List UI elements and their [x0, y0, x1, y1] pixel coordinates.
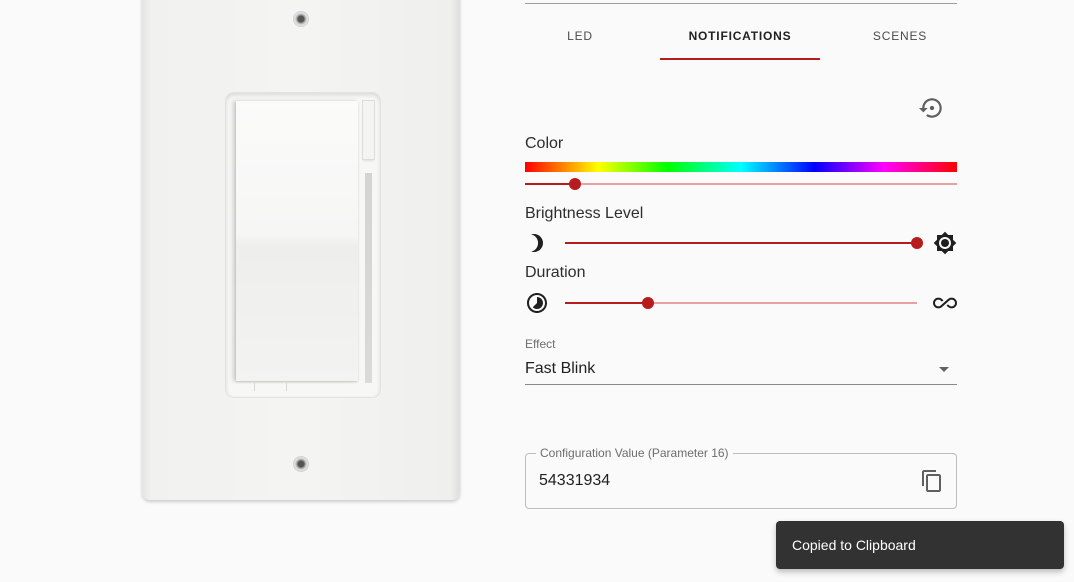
dimmer-switch-image	[142, 0, 460, 500]
config-value-label: Configuration Value (Parameter 16)	[536, 446, 733, 460]
duration-slider-thumb[interactable]	[641, 297, 654, 309]
brightness-slider-thumb[interactable]	[911, 237, 923, 249]
settings-backup-restore-icon	[919, 98, 942, 118]
effect-select[interactable]: Effect Fast Blink	[525, 334, 957, 385]
color-slider[interactable]	[525, 177, 957, 191]
moon-icon	[525, 231, 549, 255]
led-bar	[365, 173, 372, 383]
effect-label: Effect	[525, 337, 556, 351]
timelapse-icon	[525, 291, 549, 315]
panel-divider	[525, 3, 957, 4]
config-value[interactable]: 54331934	[539, 472, 610, 490]
bottom-screw	[293, 456, 309, 472]
rocker-frame	[226, 93, 380, 397]
tab-led[interactable]: LED	[500, 14, 660, 60]
brightness-slider-fill	[565, 242, 917, 244]
duration-slider-fill	[565, 302, 648, 304]
bottom-tab-left	[254, 381, 255, 391]
dropdown-arrow-icon	[939, 367, 949, 372]
duration-slider[interactable]	[565, 296, 917, 310]
color-slider-thumb[interactable]	[568, 178, 581, 190]
top-screw	[293, 11, 309, 27]
tab-notifications[interactable]: NOTIFICATIONS	[660, 14, 820, 60]
snackbar: Copied to Clipboard	[776, 521, 1064, 569]
color-slider-fill	[525, 183, 575, 185]
copy-button[interactable]	[920, 469, 944, 493]
snackbar-message: Copied to Clipboard	[792, 537, 916, 553]
config-button	[363, 101, 374, 159]
config-value-field[interactable]: Configuration Value (Parameter 16) 54331…	[525, 446, 957, 509]
color-slider-track	[525, 183, 957, 185]
duration-label: Duration	[525, 264, 586, 281]
tab-scenes[interactable]: SCENES	[820, 14, 980, 60]
color-label: Color	[525, 135, 564, 152]
color-spectrum	[525, 162, 957, 172]
brightness-high-icon	[933, 231, 957, 255]
reset-button[interactable]	[919, 95, 945, 121]
content-copy-icon	[922, 470, 941, 492]
brightness-label: Brightness Level	[525, 205, 644, 222]
effect-value: Fast Blink	[525, 360, 596, 377]
tab-bar: LED NOTIFICATIONS SCENES	[500, 14, 980, 60]
brightness-slider[interactable]	[565, 236, 923, 250]
bottom-tab-right	[286, 381, 287, 391]
rocker-paddle	[236, 101, 358, 381]
infinity-icon	[933, 291, 957, 315]
